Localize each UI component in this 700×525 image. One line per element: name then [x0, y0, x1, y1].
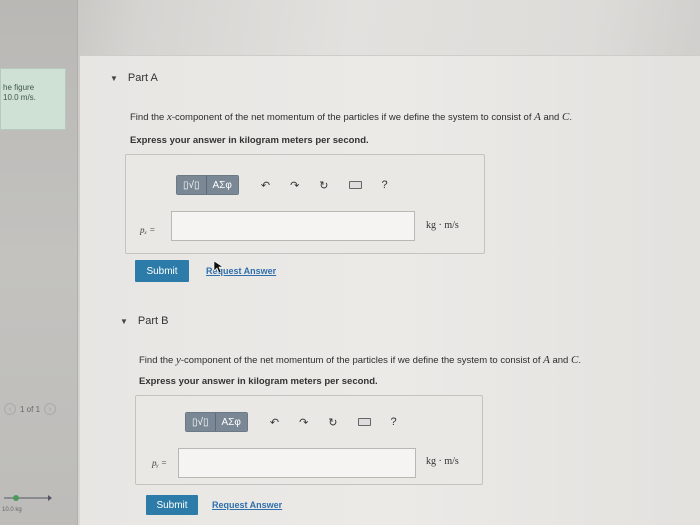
part-b-header[interactable]: ▼ Part B [120, 315, 169, 327]
part-a-toolbar: ▯√▯ ΑΣφ ↶ ↷ ↻ ? [176, 175, 388, 195]
redo-icon[interactable]: ↷ [290, 179, 299, 192]
part-b-title: Part B [137, 315, 169, 327]
question-text: -component of the net momentum of the pa… [171, 112, 535, 123]
pager-next-button[interactable]: › [44, 403, 57, 415]
part-a-submit-button[interactable]: Submit [135, 260, 189, 282]
part-b-var-label: pᵧ = [152, 458, 167, 468]
question-var: A [543, 354, 550, 366]
redo-icon[interactable]: ↷ [299, 416, 308, 429]
pager-text: 1 of 1 [20, 404, 41, 414]
reset-icon[interactable]: ↻ [328, 416, 337, 429]
part-a-instruction: Express your answer in kilogram meters p… [130, 135, 369, 146]
part-b-answer-box: ▯√▯ ΑΣφ ↶ ↷ ↻ ? pᵧ = kg · m/s [135, 395, 483, 485]
question-text: and [549, 355, 571, 366]
part-b-instruction: Express your answer in kilogram meters p… [139, 376, 378, 387]
keyboard-icon[interactable] [357, 418, 371, 426]
part-b-request-answer-link[interactable]: Request Answer [212, 500, 282, 510]
collapse-caret-icon[interactable]: ▼ [120, 317, 128, 326]
figure-text-line1: he figure [3, 83, 35, 92]
figure-card[interactable]: he figure 10.0 m/s. [0, 68, 66, 130]
question-text: -component of the net momentum of the pa… [180, 355, 544, 366]
part-b-unit: kg · m/s [426, 456, 459, 467]
symbols-button[interactable]: ΑΣφ [206, 176, 238, 194]
symbols-button[interactable]: ΑΣφ [215, 413, 247, 431]
part-a-answer-input[interactable] [171, 211, 415, 241]
undo-icon[interactable]: ↶ [270, 416, 279, 429]
screen: he figure 10.0 m/s. ‹ 1 of 1 › 10.0 kg ▼… [0, 0, 700, 525]
part-b-answer-input[interactable] [178, 448, 416, 478]
template-button[interactable]: ▯√▯ [177, 176, 207, 194]
main-panel: ▼ Part A Find the x-component of the net… [80, 55, 700, 525]
part-a-answer-box: ▯√▯ ΑΣφ ↶ ↷ ↻ ? pₓ = kg · m/s [125, 154, 485, 254]
question-text: . [569, 112, 572, 123]
figure-diagram-label: 10.0 kg [2, 507, 22, 513]
part-a-question: Find the x-component of the net momentum… [130, 111, 572, 123]
keyboard-icon[interactable] [348, 181, 362, 189]
part-b-question: Find the y-component of the net momentum… [139, 354, 581, 366]
help-icon[interactable]: ? [382, 179, 388, 191]
undo-icon[interactable]: ↶ [261, 179, 270, 192]
template-button[interactable]: ▯√▯ [186, 413, 216, 431]
question-text: and [540, 112, 562, 123]
part-a-unit: kg · m/s [426, 220, 459, 231]
math-template-group: ▯√▯ ΑΣφ [185, 412, 248, 432]
part-b-toolbar: ▯√▯ ΑΣφ ↶ ↷ ↻ ? [185, 412, 397, 432]
question-text: . [578, 355, 581, 366]
reset-icon[interactable]: ↻ [319, 179, 328, 192]
figure-pager: ‹ 1 of 1 › [4, 403, 57, 415]
collapse-caret-icon[interactable]: ▼ [110, 74, 118, 83]
part-a-header[interactable]: ▼ Part A [110, 72, 158, 84]
pager-prev-button[interactable]: ‹ [4, 403, 16, 415]
mouse-cursor-icon [213, 260, 223, 274]
question-text: Find the [139, 355, 176, 366]
figure-text-line2: 10.0 m/s. [3, 93, 36, 102]
part-a-var-label: pₓ = [140, 225, 156, 235]
part-b-submit-button[interactable]: Submit [146, 495, 198, 515]
left-panel: he figure 10.0 m/s. ‹ 1 of 1 › 10.0 kg [0, 0, 78, 525]
figure-diagram-icon [4, 495, 52, 501]
help-icon[interactable]: ? [391, 416, 397, 428]
question-var: A [534, 111, 541, 123]
part-a-title: Part A [127, 72, 158, 84]
math-template-group: ▯√▯ ΑΣφ [176, 175, 239, 195]
question-text: Find the [130, 112, 167, 123]
